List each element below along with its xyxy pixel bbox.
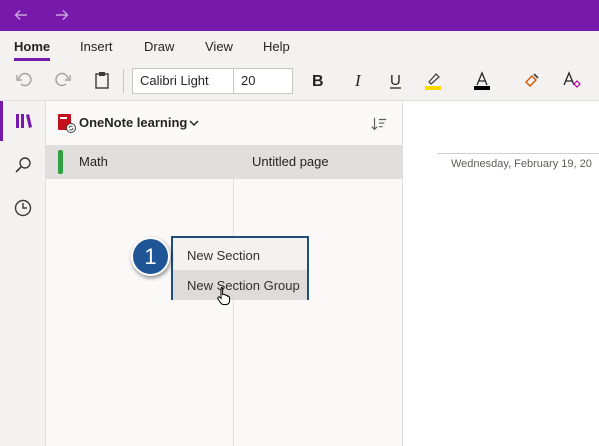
ribbon-tabs: Home Insert Draw View Help <box>0 31 599 61</box>
forward-arrow-icon[interactable] <box>50 4 74 26</box>
notebooks-icon <box>16 114 32 128</box>
font-name-box[interactable]: Calibri Light <box>132 68 234 94</box>
clock-icon <box>14 199 32 217</box>
tab-view[interactable]: View <box>205 39 233 54</box>
rail-active-indicator <box>0 101 3 141</box>
section-item[interactable]: Math <box>46 145 233 179</box>
title-underline <box>437 153 599 154</box>
sort-icon <box>371 117 387 131</box>
menu-item-new-section-group[interactable]: New Section Group <box>173 270 307 300</box>
font-size-box[interactable]: 20 <box>233 68 293 94</box>
page-canvas[interactable]: Wednesday, February 19, 20 <box>404 101 599 446</box>
step-callout: 1 <box>131 237 170 276</box>
hand-cursor-icon <box>217 287 231 305</box>
page-item[interactable]: Untitled page <box>234 145 403 179</box>
navigation-rail <box>0 101 46 446</box>
format-painter-icon[interactable] <box>519 67 545 93</box>
sort-button[interactable] <box>368 113 390 135</box>
tab-insert[interactable]: Insert <box>80 39 113 54</box>
notebook-sync-icon <box>58 114 76 133</box>
clipboard-icon[interactable] <box>89 67 115 93</box>
toolbar-divider <box>123 69 124 93</box>
context-menu: New Section New Section Group <box>171 236 309 300</box>
chevron-down-icon[interactable] <box>188 117 200 129</box>
search-icon <box>15 157 31 173</box>
underline-icon[interactable]: U <box>383 67 409 93</box>
section-label: Math <box>79 154 108 169</box>
svg-text:U: U <box>390 72 401 89</box>
title-bar <box>0 0 599 31</box>
menu-item-new-section[interactable]: New Section <box>173 240 307 270</box>
notebook-header[interactable]: OneNote learning <box>46 101 403 145</box>
page-date: Wednesday, February 19, 20 <box>451 158 592 170</box>
back-arrow-icon[interactable] <box>9 4 33 26</box>
toolbar: Calibri Light 20 B I U <box>0 61 599 101</box>
font-color-icon[interactable] <box>469 67 495 93</box>
notebooks-button[interactable] <box>0 101 46 141</box>
tab-home[interactable]: Home <box>14 39 50 54</box>
redo-icon[interactable] <box>50 67 76 93</box>
section-color-tab <box>58 150 63 174</box>
svg-text:B: B <box>312 73 324 90</box>
recent-button[interactable] <box>0 188 46 228</box>
notebook-title: OneNote learning <box>79 115 188 130</box>
tab-help[interactable]: Help <box>263 39 290 54</box>
undo-icon[interactable] <box>11 67 37 93</box>
search-button[interactable] <box>0 145 46 185</box>
clear-formatting-icon[interactable] <box>558 67 584 93</box>
highlighter-icon[interactable] <box>420 67 446 93</box>
bold-icon[interactable]: B <box>305 67 331 93</box>
page-label: Untitled page <box>252 154 329 169</box>
svg-text:I: I <box>354 71 362 90</box>
tab-draw[interactable]: Draw <box>144 39 174 54</box>
italic-icon[interactable]: I <box>345 67 371 93</box>
